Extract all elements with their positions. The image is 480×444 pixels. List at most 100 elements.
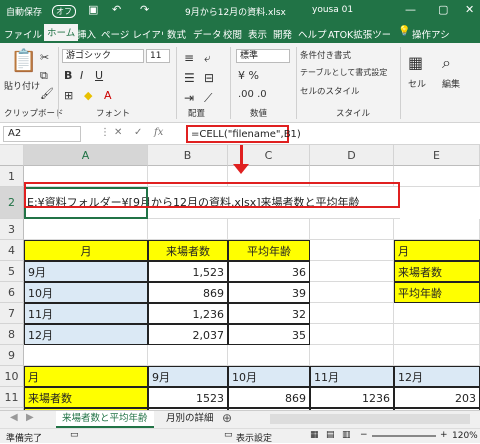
page-layout-icon[interactable]: ▤: [326, 430, 335, 440]
row-header[interactable]: 9: [0, 345, 24, 366]
enter-icon[interactable]: ✓: [134, 127, 142, 138]
font-name-select[interactable]: 游ゴシック: [62, 49, 144, 63]
underline-icon[interactable]: U: [95, 69, 103, 82]
conditional-format-button[interactable]: 条件付き書式: [300, 49, 351, 61]
empty-cell[interactable]: [310, 324, 394, 345]
tab-view[interactable]: 表示: [248, 27, 267, 41]
scroll-right-icon[interactable]: ▶: [26, 412, 34, 423]
table-row-visitors[interactable]: 2,037: [148, 324, 228, 345]
table3-header[interactable]: 月: [24, 366, 148, 387]
table3-visitors[interactable]: 来場者数: [24, 387, 148, 408]
empty-cell[interactable]: [24, 345, 148, 366]
table3-visitors[interactable]: 1236: [310, 387, 394, 408]
minimize-icon[interactable]: —: [405, 3, 416, 16]
table-row-age[interactable]: 39: [228, 282, 310, 303]
empty-cell[interactable]: [228, 345, 310, 366]
empty-cell[interactable]: [148, 345, 228, 366]
empty-cell[interactable]: [394, 219, 480, 240]
paste-button[interactable]: 貼り付け: [4, 79, 40, 92]
tab-developer[interactable]: 開発: [273, 27, 292, 41]
row-header[interactable]: 6: [0, 282, 24, 303]
table3-visitors[interactable]: 203: [394, 387, 480, 408]
cut-icon[interactable]: ✂: [40, 51, 49, 64]
tab-home[interactable]: ホーム: [44, 24, 79, 43]
undo-icon[interactable]: ↶: [112, 3, 121, 16]
empty-cell[interactable]: [24, 219, 148, 240]
empty-cell[interactable]: [394, 303, 480, 324]
table2-label-age[interactable]: 平均年齢: [394, 282, 480, 303]
table-header-visitors[interactable]: 来場者数: [148, 240, 228, 261]
decimal-icon[interactable]: .00 .0: [238, 89, 267, 100]
table-row-visitors[interactable]: 1,523: [148, 261, 228, 282]
scroll-left-icon[interactable]: ◀: [10, 412, 18, 423]
cell-styles-button[interactable]: セルのスタイル: [300, 85, 360, 97]
italic-icon[interactable]: I: [80, 69, 83, 82]
zoom-slider[interactable]: [372, 435, 436, 437]
table3-header[interactable]: 10月: [228, 366, 310, 387]
display-settings-icon[interactable]: ▭: [224, 430, 233, 440]
edit-button[interactable]: 編集: [442, 77, 460, 90]
table3-header[interactable]: 12月: [394, 366, 480, 387]
redo-icon[interactable]: ↷: [140, 3, 149, 16]
empty-cell[interactable]: [310, 261, 394, 282]
sheet-tab-monthly[interactable]: 月別の詳細: [160, 411, 220, 428]
zoom-in-icon[interactable]: +: [440, 430, 448, 440]
tell-me-search[interactable]: 操作アシ: [412, 27, 450, 41]
table-row-visitors[interactable]: 1,236: [148, 303, 228, 324]
number-format-select[interactable]: 標準: [236, 49, 290, 63]
select-all-corner[interactable]: [0, 145, 24, 166]
row-header[interactable]: 3: [0, 219, 24, 240]
row-header[interactable]: 4: [0, 240, 24, 261]
restore-icon[interactable]: ▢: [438, 3, 448, 16]
column-header-b[interactable]: B: [148, 145, 228, 166]
font-color-icon[interactable]: A: [104, 89, 112, 102]
empty-cell[interactable]: [310, 219, 394, 240]
table-row-month[interactable]: 11月: [24, 303, 148, 324]
normal-view-icon[interactable]: ▦: [310, 430, 319, 440]
search-icon[interactable]: ⌕: [442, 53, 451, 73]
autosave-toggle[interactable]: オフ: [52, 5, 76, 18]
table-row-month[interactable]: 10月: [24, 282, 148, 303]
table2-label-month[interactable]: 月: [394, 240, 480, 261]
empty-cell[interactable]: [394, 324, 480, 345]
empty-cell[interactable]: [310, 282, 394, 303]
tab-review[interactable]: 校閲: [223, 27, 242, 41]
save-icon[interactable]: ▣: [88, 3, 98, 16]
name-box[interactable]: A2: [3, 126, 81, 142]
cancel-icon[interactable]: ✕: [114, 127, 122, 138]
tab-page-layout[interactable]: ページ レイアウト: [101, 27, 163, 41]
formula-input[interactable]: =CELL("filename",B1): [186, 125, 301, 143]
cells-button[interactable]: セル: [408, 77, 426, 90]
table3-header[interactable]: 11月: [310, 366, 394, 387]
table3-header[interactable]: 9月: [148, 366, 228, 387]
bold-icon[interactable]: B: [64, 69, 72, 82]
cells-icon[interactable]: ▦: [408, 53, 423, 72]
tab-data[interactable]: データ: [193, 27, 222, 41]
add-sheet-icon[interactable]: ⊕: [222, 411, 232, 425]
border-icon[interactable]: ⊞: [64, 89, 73, 102]
row-header[interactable]: 5: [0, 261, 24, 282]
row-header[interactable]: 8: [0, 324, 24, 345]
macro-record-icon[interactable]: ▭: [70, 430, 79, 440]
tab-atok[interactable]: ATOK拡張ツール: [328, 27, 390, 41]
row-header[interactable]: 2: [0, 187, 24, 219]
sheet-tab-visitors[interactable]: 来場者数と平均年齢: [56, 411, 154, 428]
tab-help[interactable]: ヘルプ: [298, 27, 327, 41]
empty-cell[interactable]: [310, 303, 394, 324]
align-left-icon[interactable]: ☰: [184, 71, 195, 85]
table2-label-visitors[interactable]: 来場者数: [394, 261, 480, 282]
row-header[interactable]: 11: [0, 387, 24, 408]
empty-cell[interactable]: [148, 219, 228, 240]
table-header-month[interactable]: 月: [24, 240, 148, 261]
table-row-age[interactable]: 32: [228, 303, 310, 324]
table-row-month[interactable]: 9月: [24, 261, 148, 282]
empty-cell[interactable]: [394, 166, 480, 187]
table-row-visitors[interactable]: 869: [148, 282, 228, 303]
format-painter-icon[interactable]: 🖌: [40, 87, 54, 100]
empty-cell[interactable]: [394, 345, 480, 366]
font-size-select[interactable]: 11: [146, 49, 170, 63]
table-header-age[interactable]: 平均年齢: [228, 240, 310, 261]
paste-icon[interactable]: 📋: [10, 49, 37, 74]
row-header[interactable]: 10: [0, 366, 24, 387]
column-header-e[interactable]: E: [394, 145, 480, 166]
